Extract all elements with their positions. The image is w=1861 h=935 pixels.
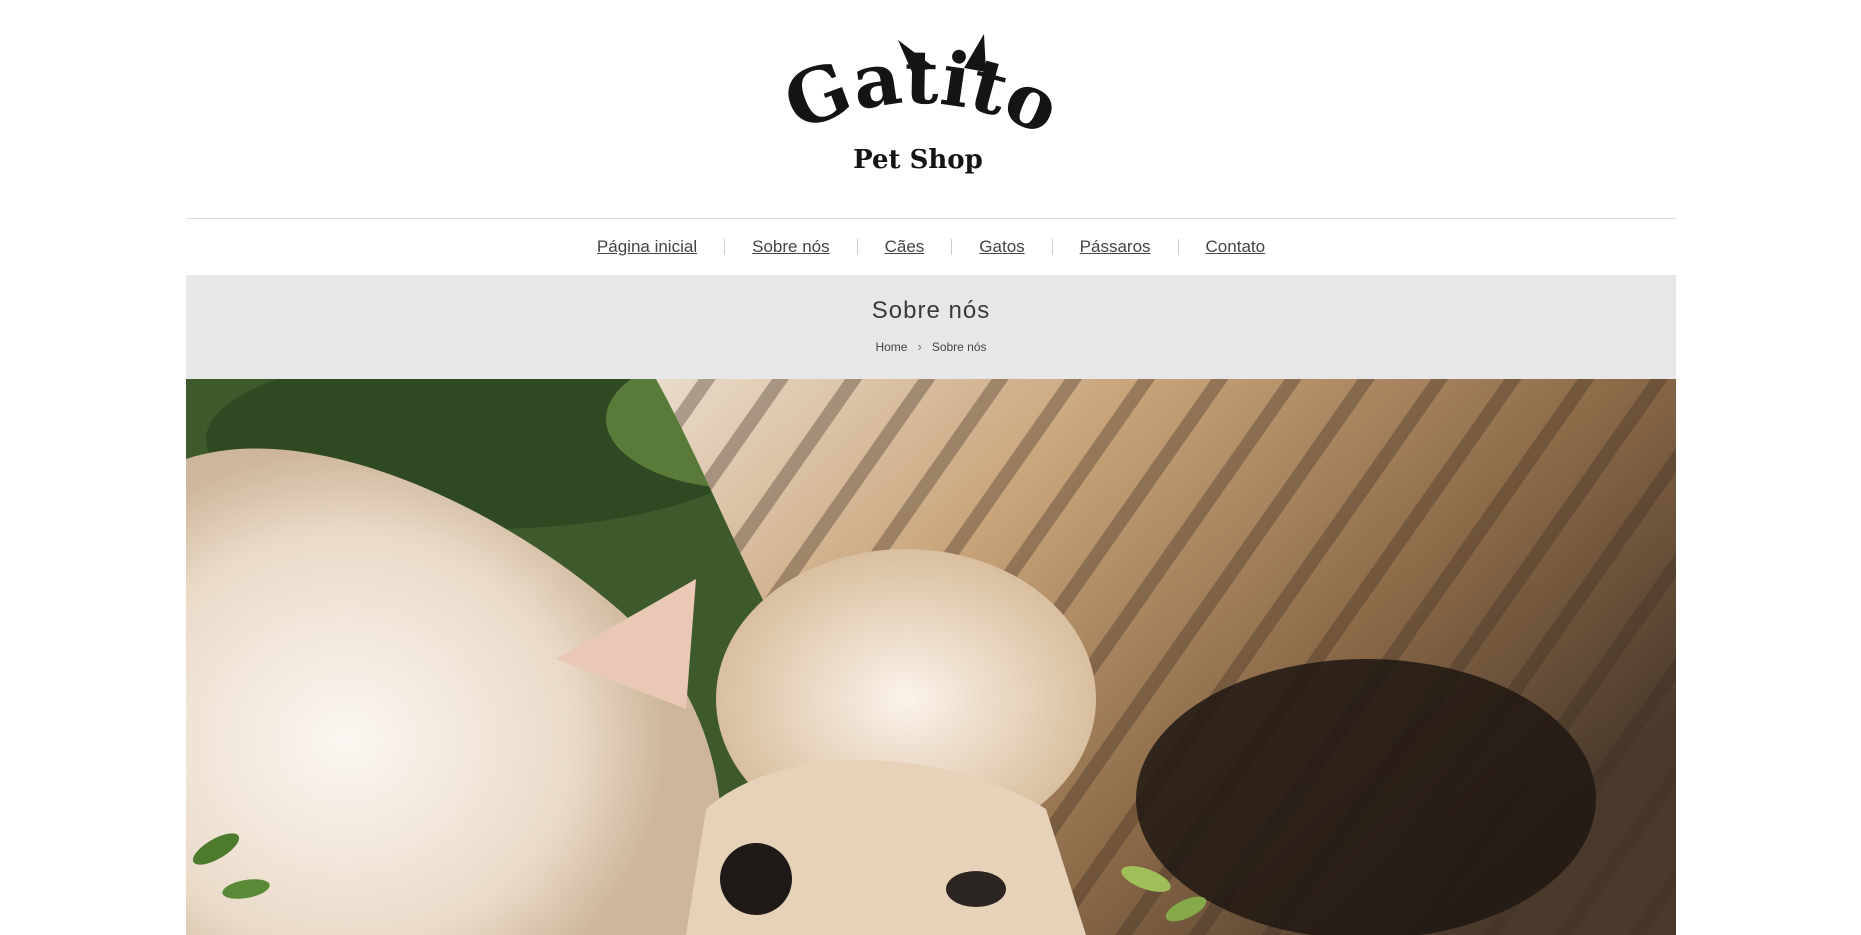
nav-item-sobre-nos[interactable]: Sobre nós <box>725 237 857 257</box>
nav-item-passaros[interactable]: Pássaros <box>1053 237 1178 257</box>
chevron-right-icon: › <box>917 339 922 354</box>
logo-tagline: Pet Shop <box>853 145 983 175</box>
nav-item-contato[interactable]: Contato <box>1179 237 1293 257</box>
cat-logo-icon: Gatito Pet Shop <box>773 34 1070 175</box>
logo-wordmark: Gatito <box>773 35 1070 152</box>
breadcrumb: Home › Sobre nós <box>186 339 1676 354</box>
page-title-band: Sobre nós Home › Sobre nós <box>186 275 1676 379</box>
nav-item-gatos[interactable]: Gatos <box>952 237 1051 257</box>
main-nav: Página inicial Sobre nós Cães Gatos Páss… <box>186 219 1676 275</box>
page-title: Sobre nós <box>871 297 991 324</box>
nav-item-caes[interactable]: Cães <box>858 237 952 257</box>
site-header: Gatito Pet Shop <box>0 0 1861 218</box>
breadcrumb-current: Sobre nós <box>931 339 987 354</box>
hero-image <box>186 379 1676 935</box>
nav-item-pagina-inicial[interactable]: Página inicial <box>570 237 724 257</box>
cat-and-dog-photo-icon <box>186 379 1676 935</box>
breadcrumb-home-link[interactable]: Home <box>875 340 907 354</box>
logo[interactable]: Gatito Pet Shop <box>770 28 1070 178</box>
